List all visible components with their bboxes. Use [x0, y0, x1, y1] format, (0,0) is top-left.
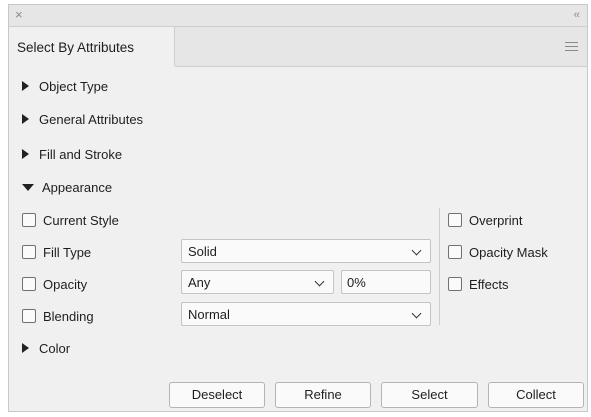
fill-type-label: Fill Type	[43, 244, 92, 260]
blending-checkbox[interactable]	[22, 309, 36, 323]
effects-label: Effects	[469, 276, 509, 292]
opacity-mask-checkbox[interactable]	[448, 245, 462, 259]
column-divider	[439, 208, 440, 325]
deselect-button[interactable]: Deselect	[169, 382, 265, 408]
section-label: Color	[39, 340, 71, 356]
section-object-type[interactable]: Object Type	[22, 76, 108, 96]
blending-label: Blending	[43, 308, 94, 324]
panel-menu-icon[interactable]	[565, 42, 578, 52]
fill-type-select[interactable]: Solid	[181, 239, 431, 263]
opacity-option[interactable]: Opacity	[22, 276, 87, 292]
current-style-checkbox[interactable]	[22, 213, 36, 227]
opacity-percent-input[interactable]: 0%	[341, 270, 431, 294]
tab-select-by-attributes[interactable]: Select By Attributes	[9, 27, 175, 67]
opacity-mode-select[interactable]: Any	[181, 270, 334, 294]
blending-option[interactable]: Blending	[22, 308, 94, 324]
disclosure-triangle-icon[interactable]	[22, 149, 29, 159]
opacity-percent-value: 0%	[347, 275, 366, 290]
blending-select[interactable]: Normal	[181, 302, 431, 326]
fill-type-option[interactable]: Fill Type	[22, 244, 91, 260]
section-color[interactable]: Color	[22, 338, 70, 358]
select-by-attributes-panel: × ‹‹ Select By Attributes Object Type Ge…	[8, 4, 588, 412]
collect-button[interactable]: Collect	[488, 382, 584, 408]
section-general-attributes[interactable]: General Attributes	[22, 109, 143, 129]
tab-bar: Select By Attributes	[9, 27, 587, 68]
collapse-icon[interactable]: ‹‹	[574, 8, 580, 22]
chevron-down-icon	[314, 276, 325, 287]
section-label: General Attributes	[39, 111, 144, 127]
section-label: Fill and Stroke	[39, 146, 123, 162]
chevron-down-icon	[411, 308, 422, 319]
section-label: Appearance	[42, 179, 113, 195]
chevron-down-icon	[411, 245, 422, 256]
disclosure-triangle-icon[interactable]	[22, 343, 29, 353]
overprint-checkbox[interactable]	[448, 213, 462, 227]
blending-value: Normal	[188, 307, 230, 322]
opacity-mask-option[interactable]: Opacity Mask	[448, 244, 548, 260]
current-style-label: Current Style	[43, 212, 119, 228]
overprint-label: Overprint	[469, 212, 523, 228]
fill-type-value: Solid	[188, 244, 217, 259]
opacity-mode-value: Any	[188, 275, 211, 290]
panel-title-bar: × ‹‹	[9, 5, 587, 27]
current-style-option[interactable]: Current Style	[22, 212, 119, 228]
opacity-label: Opacity	[43, 276, 88, 292]
refine-button[interactable]: Refine	[275, 382, 371, 408]
close-icon[interactable]: ×	[15, 8, 23, 22]
fill-type-checkbox[interactable]	[22, 245, 36, 259]
opacity-mask-label: Opacity Mask	[469, 244, 548, 260]
select-button[interactable]: Select	[381, 382, 478, 408]
section-label: Object Type	[39, 78, 109, 94]
effects-option[interactable]: Effects	[448, 276, 509, 292]
disclosure-triangle-expanded-icon[interactable]	[22, 183, 34, 191]
opacity-checkbox[interactable]	[22, 277, 36, 291]
effects-checkbox[interactable]	[448, 277, 462, 291]
overprint-option[interactable]: Overprint	[448, 212, 522, 228]
disclosure-triangle-icon[interactable]	[22, 114, 29, 124]
disclosure-triangle-icon[interactable]	[22, 81, 29, 91]
tab-active-indicator	[9, 66, 175, 68]
section-fill-and-stroke[interactable]: Fill and Stroke	[22, 144, 122, 164]
tab-label: Select By Attributes	[17, 40, 135, 55]
section-appearance[interactable]: Appearance	[22, 177, 112, 197]
